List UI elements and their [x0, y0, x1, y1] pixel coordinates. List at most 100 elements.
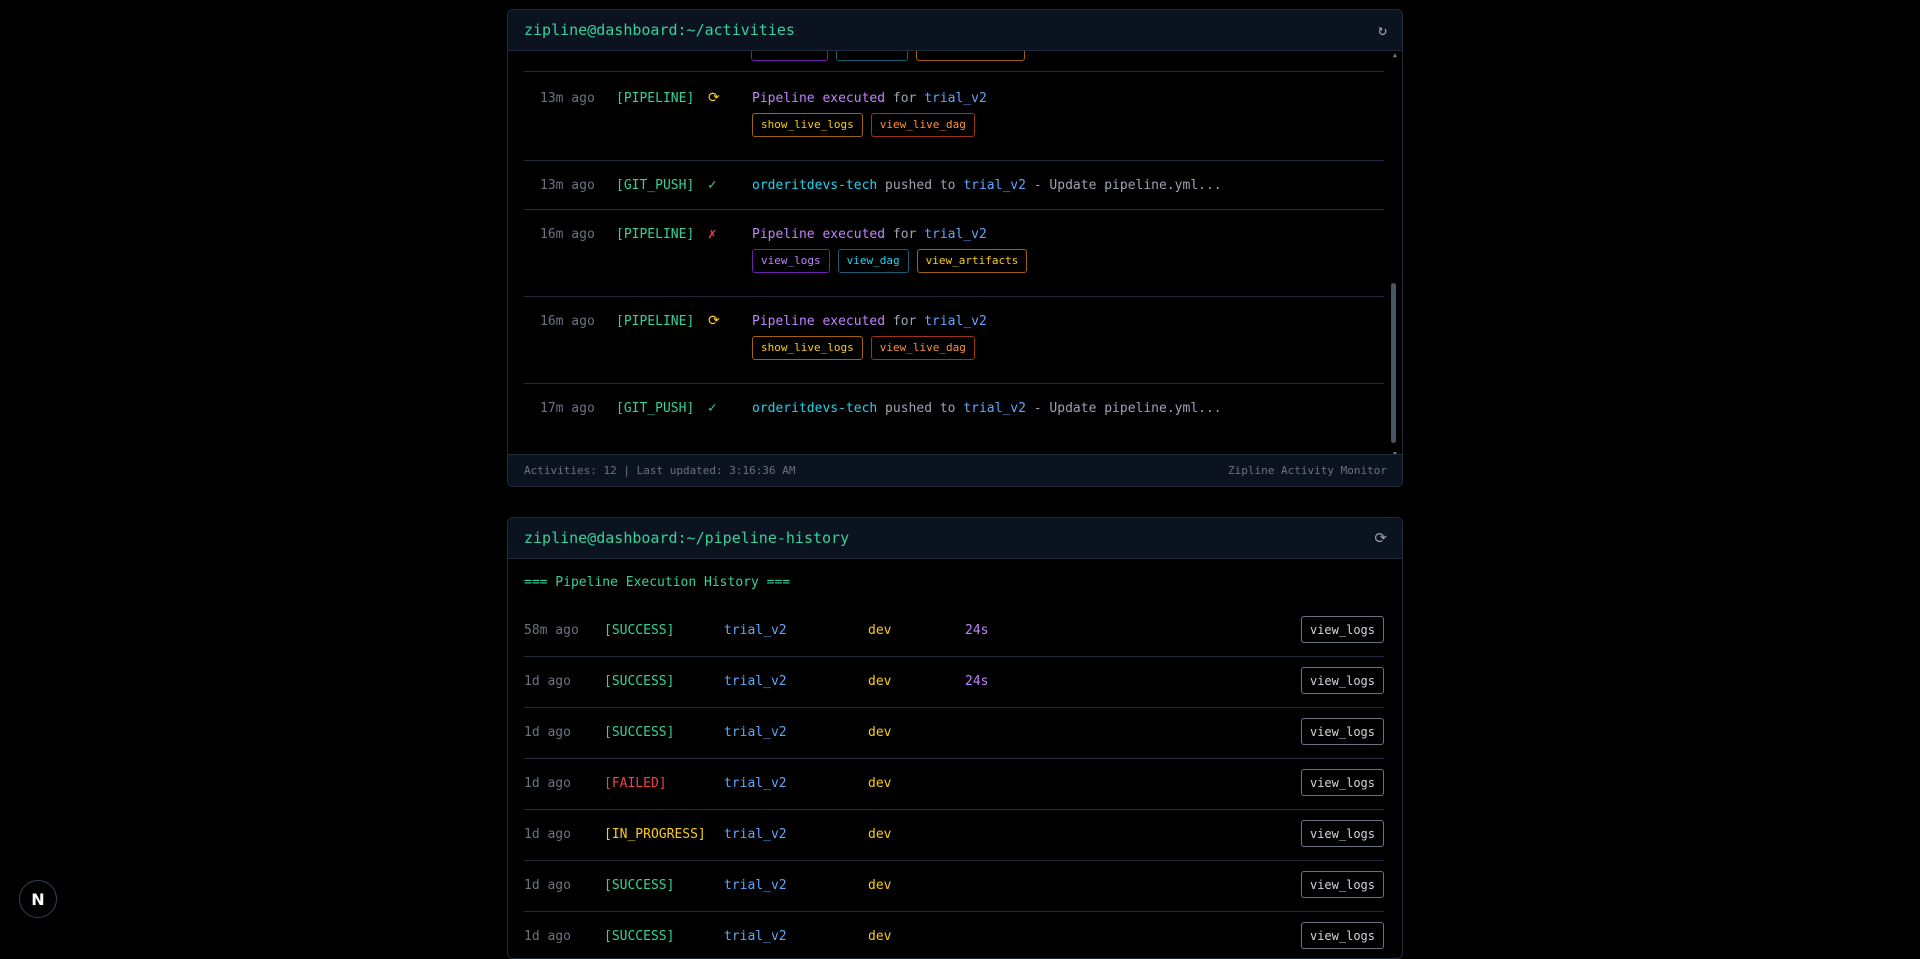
- status-badge: [SUCCESS]: [604, 929, 675, 944]
- user-link[interactable]: orderitdevs-tech: [752, 178, 877, 193]
- user-link[interactable]: orderitdevs-tech: [752, 401, 877, 416]
- activities-list[interactable]: 13m ago [PIPELINE] ⟳ Pipeline executed for …: [508, 51, 1402, 460]
- status-icon: ⟳: [708, 313, 720, 329]
- branch-link[interactable]: trial_v2: [724, 623, 787, 638]
- activity-row: 17m ago [GIT_PUSH] ✓ orderitdevs-tech pushe…: [524, 383, 1384, 443]
- activity-time: 16m ago: [540, 314, 595, 329]
- branch-link[interactable]: trial_v2: [724, 674, 787, 689]
- environment-label: dev: [868, 827, 892, 842]
- activity-type: [PIPELINE]: [616, 314, 695, 329]
- scroll-up-icon[interactable]: ▲: [1393, 51, 1397, 59]
- pipeline-history-title: zipline@dashboard:~/pipeline-history: [524, 529, 850, 547]
- history-row: 1d ago [SUCCESS] trial_v2 dev view_logs: [524, 911, 1384, 958]
- message-connector: for: [885, 91, 925, 106]
- view-logs-button[interactable]: view_logs: [1300, 769, 1384, 796]
- view-logs-button[interactable]: view_logs: [1300, 718, 1384, 745]
- view-artifacts-button[interactable]: view_artifacts: [916, 249, 1028, 273]
- pipeline-label: Pipeline executed: [752, 91, 886, 106]
- scrollbar-thumb[interactable]: [1391, 283, 1396, 443]
- environment-label: dev: [868, 623, 892, 638]
- view-logs-button[interactable]: view_logs: [752, 249, 830, 273]
- activity-type: [PIPELINE]: [616, 91, 695, 106]
- history-time: 1d ago: [524, 827, 571, 842]
- activities-footer: Activities: 12 | Last updated: 3:16:36 A…: [508, 454, 1402, 486]
- refresh-icon[interactable]: ↻: [1378, 21, 1387, 39]
- status-icon: ✓: [708, 400, 717, 416]
- status-badge: [SUCCESS]: [604, 725, 675, 740]
- activity-time: 13m ago: [540, 178, 595, 193]
- status-badge: [SUCCESS]: [604, 674, 675, 689]
- branch-link[interactable]: trial_v2: [724, 929, 787, 944]
- commit-message: - Update pipeline.yml...: [1025, 401, 1222, 416]
- view-logs-button[interactable]: view_logs: [1300, 667, 1384, 694]
- activities-count: Activities: 12 | Last updated: 3:16:36 A…: [524, 464, 796, 477]
- branch-link[interactable]: trial_v2: [724, 827, 787, 842]
- branch-link[interactable]: trial_v2: [963, 401, 1026, 416]
- history-row: 58m ago [SUCCESS] trial_v2 dev 24s view_logs: [524, 605, 1384, 657]
- action-tags: show_live_logs view_live_dag: [752, 113, 975, 137]
- activity-divider: [524, 51, 1384, 72]
- branch-link[interactable]: trial_v2: [924, 91, 987, 106]
- status-badge: [SUCCESS]: [604, 623, 675, 638]
- activity-type: [GIT_PUSH]: [616, 178, 695, 193]
- branch-link[interactable]: trial_v2: [924, 227, 987, 242]
- refresh-icon[interactable]: ⟳: [1374, 529, 1387, 547]
- history-row: 1d ago [SUCCESS] trial_v2 dev 24s view_logs: [524, 656, 1384, 708]
- view-logs-button[interactable]: view_logs: [1300, 616, 1384, 643]
- status-icon: ✗: [708, 226, 717, 242]
- history-row: 1d ago [SUCCESS] trial_v2 dev view_logs: [524, 860, 1384, 912]
- environment-label: dev: [868, 878, 892, 893]
- environment-label: dev: [868, 929, 892, 944]
- status-icon: ✓: [708, 177, 717, 193]
- activity-time: 16m ago: [540, 227, 595, 242]
- activities-header: zipline@dashboard:~/activities ↻: [508, 10, 1402, 51]
- activity-row: 16m ago [PIPELINE] ✗ Pipeline executed for …: [524, 209, 1384, 297]
- history-time: 1d ago: [524, 725, 571, 740]
- view-dag-button[interactable]: view_dag: [837, 249, 909, 273]
- history-row: 1d ago [SUCCESS] trial_v2 dev view_logs: [524, 707, 1384, 759]
- branch-link[interactable]: trial_v2: [924, 314, 987, 329]
- pipeline-label: Pipeline executed: [752, 314, 886, 329]
- branch-link[interactable]: trial_v2: [724, 725, 787, 740]
- status-badge: [FAILED]: [604, 776, 667, 791]
- history-time: 1d ago: [524, 776, 571, 791]
- activity-row: 13m ago [PIPELINE] ⟳ Pipeline executed for …: [524, 73, 1384, 161]
- history-row: 1d ago [FAILED] trial_v2 dev view_logs: [524, 758, 1384, 810]
- duration-label: 24s: [965, 623, 989, 638]
- message-connector: for: [885, 314, 925, 329]
- branch-link[interactable]: trial_v2: [724, 776, 787, 791]
- status-badge: [SUCCESS]: [604, 878, 675, 893]
- action-tags: view_logs view_dag view_artifacts: [752, 249, 1028, 273]
- monitor-label: Zipline Activity Monitor: [1228, 464, 1387, 477]
- activity-message: orderitdevs-tech pushed to trial_v2 - Up…: [752, 401, 1222, 416]
- environment-label: dev: [868, 776, 892, 791]
- history-time: 1d ago: [524, 929, 571, 944]
- message-connector: for: [885, 227, 925, 242]
- show-live-logs-button[interactable]: show_live_logs: [752, 336, 863, 360]
- message-connector: pushed to: [877, 178, 964, 193]
- show-live-logs-button[interactable]: show_live_logs: [752, 113, 863, 137]
- activity-message: Pipeline executed for trial_v2: [752, 91, 987, 106]
- activity-message: Pipeline executed for trial_v2: [752, 227, 987, 242]
- activity-type: [GIT_PUSH]: [616, 401, 695, 416]
- message-connector: pushed to: [877, 401, 964, 416]
- branch-link[interactable]: trial_v2: [963, 178, 1026, 193]
- pipeline-label: Pipeline executed: [752, 227, 886, 242]
- pipeline-history-header: zipline@dashboard:~/pipeline-history ⟳: [508, 518, 1402, 559]
- status-badge: [IN_PROGRESS]: [604, 827, 706, 842]
- view-logs-button[interactable]: view_logs: [1300, 871, 1384, 898]
- view-logs-button[interactable]: view_logs: [1300, 820, 1384, 847]
- view-live-dag-button[interactable]: view_live_dag: [870, 113, 975, 137]
- duration-label: 24s: [965, 674, 989, 689]
- scrollbar[interactable]: [1391, 53, 1396, 455]
- activity-row: 13m ago [GIT_PUSH] ✓ orderitdevs-tech pushe…: [524, 160, 1384, 210]
- view-live-dag-button[interactable]: view_live_dag: [870, 336, 975, 360]
- activity-message: Pipeline executed for trial_v2: [752, 314, 987, 329]
- pipeline-history-panel: zipline@dashboard:~/pipeline-history ⟳ =…: [507, 517, 1403, 959]
- activity-time: 13m ago: [540, 91, 595, 106]
- history-time: 1d ago: [524, 674, 571, 689]
- branch-link[interactable]: trial_v2: [724, 878, 787, 893]
- action-tags: show_live_logs view_live_dag: [752, 336, 975, 360]
- history-time: 1d ago: [524, 878, 571, 893]
- nextjs-logo-icon[interactable]: N: [19, 880, 57, 918]
